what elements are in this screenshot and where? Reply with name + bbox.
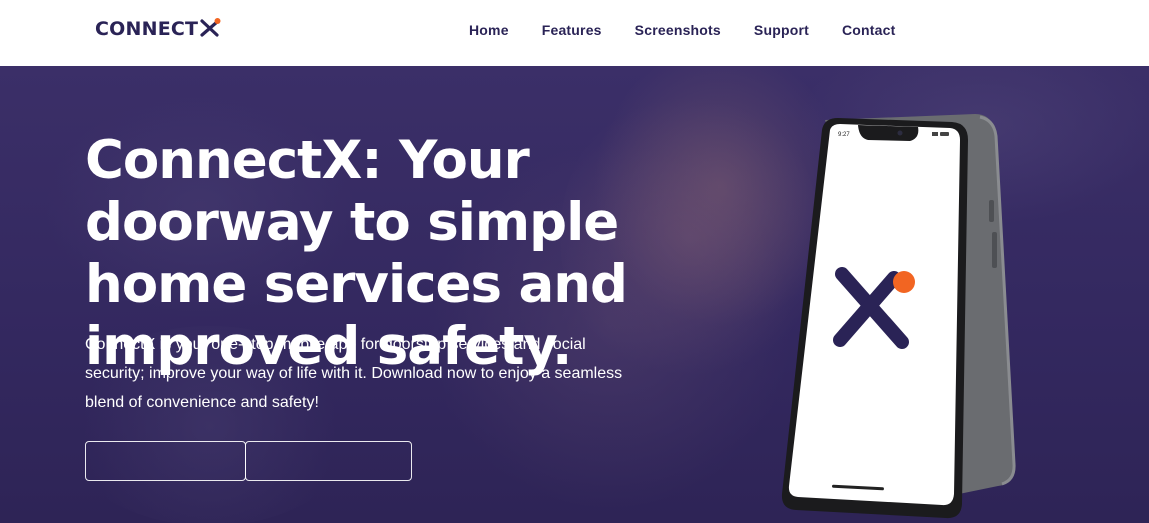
- nav-home[interactable]: Home: [469, 22, 509, 38]
- brand-x-icon: [200, 18, 221, 37]
- nav-features[interactable]: Features: [542, 22, 602, 38]
- main-nav: Home Features Screenshots Support Contac…: [469, 22, 928, 38]
- hero-subtext: ConnectX is your one-stop mobile app for…: [85, 336, 623, 411]
- nav-screenshots[interactable]: Screenshots: [635, 22, 721, 38]
- download-button-primary[interactable]: [85, 441, 246, 481]
- phone-time: 9:27: [838, 132, 850, 138]
- phone-mockup: 9:27: [770, 112, 1030, 522]
- nav-contact[interactable]: Contact: [842, 22, 896, 38]
- download-button-secondary[interactable]: [245, 441, 412, 481]
- phone-illustration: 9:27: [781, 114, 1016, 519]
- brand-logo[interactable]: CONNECT: [95, 16, 221, 42]
- site-header: CONNECT Home Features Screenshots Suppor…: [0, 0, 1149, 66]
- brand-logo-text: CONNECT: [95, 18, 199, 40]
- nav-support[interactable]: Support: [754, 22, 809, 38]
